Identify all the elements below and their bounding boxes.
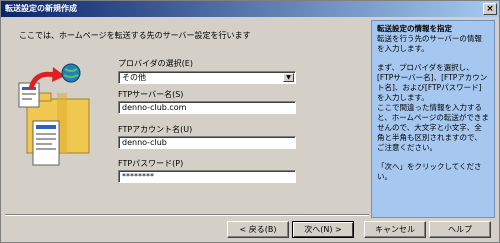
intro-text: ここでは、ホームページを転送する先のサーバー設定を行います — [19, 31, 251, 40]
back-button[interactable]: < 戻る(B) — [227, 221, 289, 238]
document-icon — [18, 82, 40, 108]
globe-icon — [61, 63, 81, 83]
provider-label: プロバイダの選択(E) — [118, 59, 193, 68]
help-text: 転送を行う先のサーバーの情報を入力します。 — [377, 34, 482, 53]
help-panel: 転送設定の情報を指定 転送を行う先のサーバーの情報を入力します。 まず、プロバイ… — [371, 20, 495, 218]
close-button[interactable]: × — [483, 3, 497, 15]
help-button[interactable]: ヘルプ — [429, 221, 491, 238]
help-text: 「次へ」をクリックしてください。 — [377, 162, 482, 181]
transfer-illustration — [18, 63, 90, 166]
ftp-account-label: FTPアカウント名(U) — [118, 125, 193, 134]
ftp-password-label: FTPパスワード(P) — [118, 159, 184, 168]
ftp-account-input[interactable]: denno-club — [118, 136, 296, 149]
help-text: ここで間違った情報を入力すると、ホームページの転送ができませんので、大文字と小文… — [377, 103, 489, 152]
title-bar: 転送設定の新規作成 × — [1, 1, 499, 17]
chevron-down-icon[interactable]: ▼ — [283, 73, 294, 82]
provider-value: その他 — [122, 73, 146, 82]
window-title: 転送設定の新規作成 — [5, 4, 77, 13]
document-icon — [32, 120, 60, 166]
help-heading: 転送設定の情報を指定 — [377, 24, 452, 33]
ftp-server-input[interactable]: denno-club.com — [118, 101, 296, 114]
help-text: まず、プロバイダを選択し、[FTPサーバー名]、[FTPアカウント名]、および[… — [377, 63, 488, 102]
ftp-server-label: FTPサーバー名(S) — [118, 90, 184, 99]
provider-select[interactable]: その他 ▼ — [118, 71, 296, 84]
next-button[interactable]: 次へ(N) > — [292, 221, 354, 238]
ftp-password-input[interactable]: ******** — [118, 170, 296, 183]
wizard-window: 転送設定の新規作成 × ここでは、ホームページを転送する先のサーバー設定を行いま… — [0, 0, 500, 243]
cancel-button[interactable]: キャンセル — [364, 221, 426, 238]
separator — [5, 214, 369, 216]
